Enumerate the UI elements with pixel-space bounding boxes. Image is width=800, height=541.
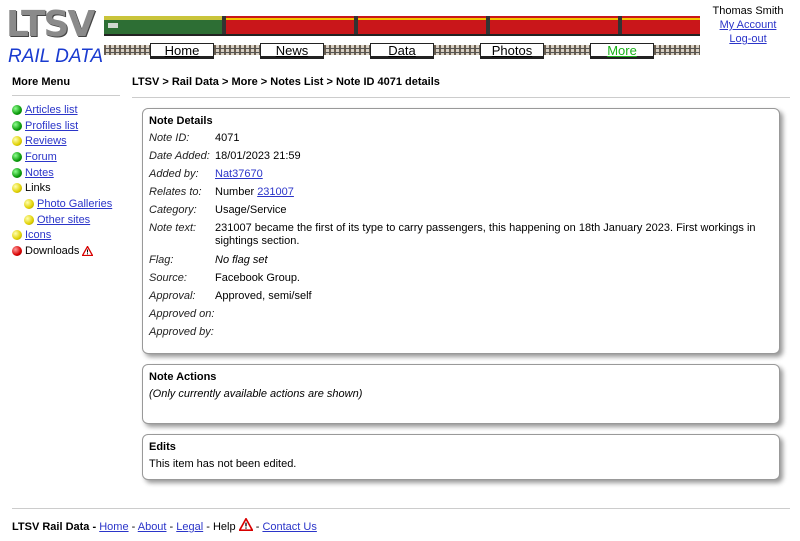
approved-by-label: Approved by: <box>149 325 214 338</box>
approval-label: Approval: <box>149 289 196 302</box>
nav-more[interactable]: More <box>590 43 654 59</box>
sidebar-item-reviews: Reviews <box>12 133 120 149</box>
flag-value: No flag set <box>215 253 268 266</box>
sidebar-item-forum: Forum <box>12 149 120 165</box>
warning-icon <box>237 517 254 532</box>
green-dot-icon <box>12 151 22 162</box>
source-row: Source: Facebook Group. <box>149 272 773 285</box>
breadcrumb: LTSV > Rail Data > More > Notes List > N… <box>132 76 790 98</box>
sidebar-label-downloads: Downloads <box>25 245 80 258</box>
sidebar-link-icons[interactable]: Icons <box>25 228 51 242</box>
logo-subtext: RAIL DATA <box>8 46 104 67</box>
note-actions-panel: Note Actions (Only currently available a… <box>142 364 780 424</box>
sidebar-item-links: Links <box>12 180 120 196</box>
note-details-title: Note Details <box>149 115 213 127</box>
note-text-value: 231007 became the first of its type to c… <box>215 222 756 248</box>
approval-value: Approved, semi/self <box>215 289 312 302</box>
sidebar-link-notes[interactable]: Notes <box>25 166 54 180</box>
relates-to-prefix: Number <box>215 186 258 199</box>
approval-row: Approval: Approved, semi/self <box>149 290 773 303</box>
yellow-dot-icon <box>12 183 22 194</box>
sidebar-link-articles[interactable]: Articles list <box>25 103 78 117</box>
note-id-value: 4071 <box>215 132 240 144</box>
train-banner-image <box>104 16 700 36</box>
approved-on-value <box>215 308 773 321</box>
flag-label: Flag: <box>149 253 174 266</box>
note-actions-hint: (Only currently available actions are sh… <box>149 388 363 400</box>
relates-to-label: Relates to: <box>149 186 202 199</box>
sidebar-label-links: Links <box>25 182 51 195</box>
note-id-label: Note ID: <box>149 132 190 144</box>
edits-panel: Edits This item has not been edited. <box>142 434 780 480</box>
red-dot-icon <box>12 246 22 257</box>
note-text-row: Note text: 231007 became the first of its… <box>149 222 773 248</box>
edits-text: This item has not been edited. <box>149 458 297 470</box>
sidebar-link-forum[interactable]: Forum <box>25 150 57 164</box>
approved-on-label: Approved on: <box>149 307 215 320</box>
user-name: Thomas Smith <box>712 5 784 17</box>
sidebar: More Menu Articles list Profiles list Re… <box>12 76 120 259</box>
flag-row: Flag: No flag set <box>149 254 773 267</box>
source-value: Facebook Group. <box>215 271 300 284</box>
sidebar-item-icons: Icons <box>12 228 120 244</box>
footer-about-link[interactable]: About <box>138 521 167 533</box>
footer-home-link[interactable]: Home <box>99 521 128 533</box>
footer-help-label: Help <box>212 521 236 533</box>
sidebar-item-articles: Articles list <box>12 102 120 118</box>
note-text-label: Note text: <box>149 222 197 235</box>
sidebar-item-notes: Notes <box>12 165 120 181</box>
category-label: Category: <box>149 204 197 217</box>
sidebar-item-photo-galleries: Photo Galleries <box>12 196 120 212</box>
green-dot-icon <box>12 167 22 178</box>
warning-icon <box>82 246 94 257</box>
source-label: Source: <box>149 271 187 284</box>
sidebar-item-profiles: Profiles list <box>12 118 120 134</box>
green-dot-icon <box>12 104 22 115</box>
note-id-row: Note ID: 4071 <box>149 132 773 145</box>
my-account-link[interactable]: My Account <box>700 18 796 32</box>
yellow-dot-icon <box>12 136 22 147</box>
date-added-row: Date Added: 18/01/2023 21:59 <box>149 150 773 163</box>
sidebar-title: More Menu <box>12 76 120 96</box>
category-value: Usage/Service <box>215 204 287 217</box>
added-by-user-link[interactable]: Nat37670 <box>215 168 263 180</box>
site-header: LTSV RAIL DATA Home News Data Photos Mor… <box>0 0 800 70</box>
sidebar-item-other-sites: Other sites <box>12 212 120 228</box>
site-footer: LTSV Rail Data - Home - About - Legal - … <box>12 508 790 534</box>
date-added-value: 18/01/2023 21:59 <box>215 150 301 163</box>
added-by-row: Added by: Nat37670 <box>149 168 773 181</box>
category-row: Category: Usage/Service <box>149 204 773 217</box>
nav-data[interactable]: Data <box>370 43 434 59</box>
user-panel: Thomas Smith My Account Log-out <box>700 4 796 46</box>
added-by-label: Added by: <box>149 168 199 181</box>
yellow-dot-icon <box>12 230 22 241</box>
note-actions-title: Note Actions <box>149 371 217 383</box>
date-added-label: Date Added: <box>149 150 210 163</box>
nav-home[interactable]: Home <box>150 43 214 59</box>
relates-to-row: Relates to: Number 231007 <box>149 186 773 199</box>
footer-site-name: LTSV Rail Data <box>12 521 90 533</box>
sidebar-link-profiles[interactable]: Profiles list <box>25 119 78 133</box>
green-dot-icon <box>12 120 22 131</box>
sidebar-item-downloads: Downloads <box>12 243 120 259</box>
yellow-dot-icon <box>24 198 34 209</box>
sidebar-link-other-sites[interactable]: Other sites <box>37 213 90 227</box>
approved-by-value <box>215 326 773 339</box>
logo-text: LTSV <box>6 4 95 45</box>
logout-link[interactable]: Log-out <box>700 32 796 46</box>
footer-legal-link[interactable]: Legal <box>176 521 203 533</box>
site-logo[interactable]: LTSV RAIL DATA <box>6 4 104 67</box>
nav-photos[interactable]: Photos <box>480 43 544 59</box>
approved-on-row: Approved on: <box>149 308 773 321</box>
note-details-panel: Note Details Note ID: 4071 Date Added: 18/… <box>142 108 780 354</box>
approved-by-row: Approved by: <box>149 326 773 339</box>
yellow-dot-icon <box>24 214 34 225</box>
footer-contact-link[interactable]: Contact Us <box>262 521 316 533</box>
relates-to-link[interactable]: 231007 <box>257 186 294 198</box>
sidebar-link-reviews[interactable]: Reviews <box>25 134 67 148</box>
edits-title: Edits <box>149 441 176 453</box>
sidebar-link-photo-galleries[interactable]: Photo Galleries <box>37 197 112 211</box>
nav-news[interactable]: News <box>260 43 324 59</box>
